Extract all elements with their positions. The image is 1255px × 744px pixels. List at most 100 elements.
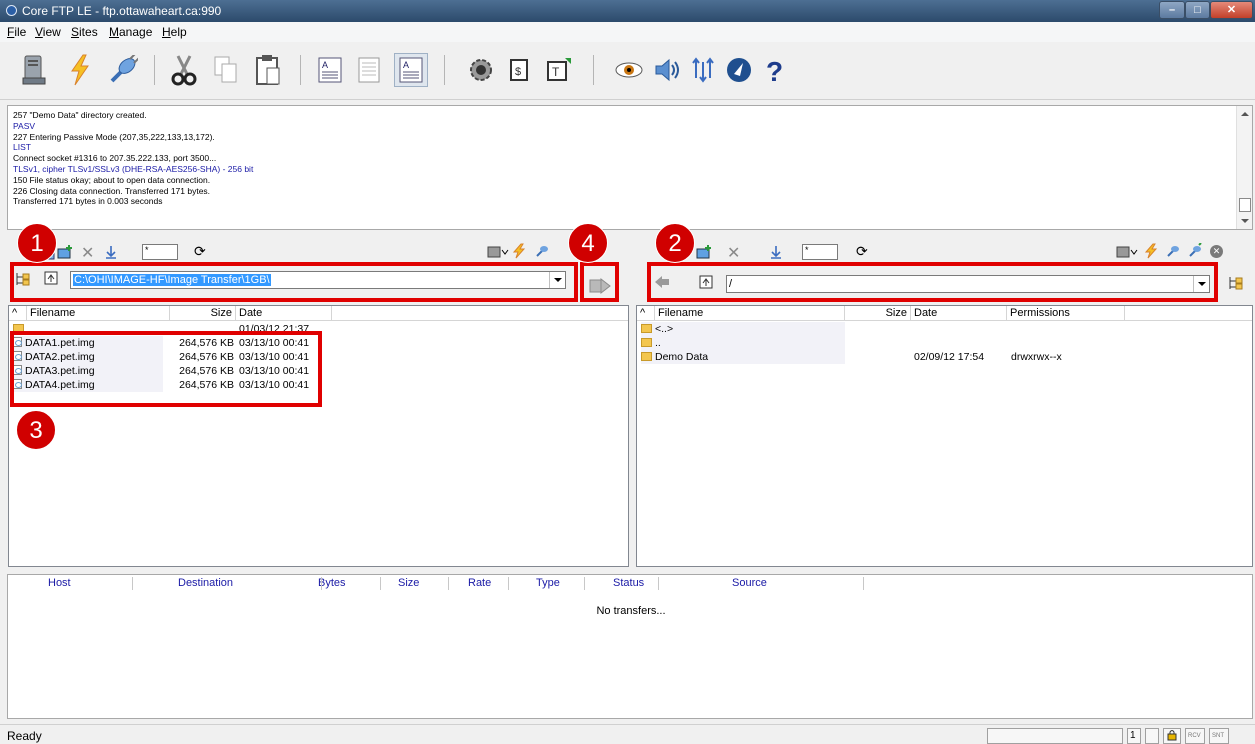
annotation-badge-2: 2 <box>655 223 695 263</box>
local-filter-field[interactable]: * <box>142 244 178 260</box>
quick-connect-icon[interactable] <box>63 53 97 87</box>
remote-filter-field[interactable]: * <box>802 244 838 260</box>
remote-file-list[interactable]: ^ Filename Size Date Permissions <..>.. D… <box>636 305 1253 567</box>
log-line: LIST <box>13 142 31 153</box>
menu-sites[interactable]: Sites <box>71 25 98 39</box>
upload-icon[interactable] <box>104 244 118 263</box>
remote-close-icon[interactable]: ✕ <box>1210 245 1223 258</box>
remote-view-icon[interactable] <box>1116 244 1138 263</box>
delete-icon[interactable]: ✕ <box>81 243 94 263</box>
col-permissions[interactable]: Permissions <box>1007 306 1125 321</box>
remote-download-icon[interactable] <box>769 244 783 263</box>
annotation-badge-4: 4 <box>568 223 608 263</box>
col-date[interactable]: Date <box>911 306 1007 321</box>
connect-icon[interactable] <box>17 53 51 87</box>
status-text: Ready <box>7 729 42 743</box>
view-binary-icon[interactable] <box>352 53 386 87</box>
app-icon <box>6 5 17 16</box>
title-bar: Core FTP LE - ftp.ottawaheart.ca:990 – □… <box>0 0 1255 22</box>
transfer-col-destination[interactable]: Destination <box>178 577 233 589</box>
table-row[interactable]: Demo Data 02/09/12 17:54 drwxrwx--x <box>637 350 1252 364</box>
close-button[interactable]: ✕ <box>1210 1 1253 19</box>
svg-text:?: ? <box>766 56 783 85</box>
transfer-col-source[interactable]: Source <box>732 577 767 589</box>
menu-manage[interactable]: Manage <box>109 25 152 39</box>
col-size[interactable]: Size <box>170 306 236 321</box>
table-row[interactable]: <..> <box>637 322 1252 336</box>
log-line: Transferred 171 bytes in 0.003 seconds <box>13 196 163 207</box>
view-icon[interactable] <box>612 53 646 87</box>
table-row[interactable]: .. <box>637 336 1252 350</box>
sites-icon[interactable]: $ <box>502 53 536 87</box>
no-transfers-text: No transfers... <box>596 605 666 617</box>
file-name: <..> <box>655 323 674 335</box>
file-date: 02/09/12 17:54 <box>914 351 985 363</box>
menu-bar: File View Sites Manage Help <box>0 22 1255 42</box>
rcv-indicator: RCV <box>1185 728 1205 744</box>
window-title: Core FTP LE - ftp.ottawaheart.ca:990 <box>22 4 222 18</box>
svg-text:T: T <box>552 65 560 79</box>
disconnect-icon[interactable] <box>106 53 140 87</box>
transfer-col-type[interactable]: Type <box>536 577 560 589</box>
svg-text:$: $ <box>515 66 521 78</box>
local-column-headers: ^ Filename Size Date <box>9 306 628 321</box>
transfer-col-size[interactable]: Size <box>398 577 419 589</box>
remote-column-headers: ^ Filename Size Date Permissions <box>637 306 1252 321</box>
menu-view[interactable]: View <box>35 25 61 39</box>
local-quick-icon[interactable] <box>512 243 526 262</box>
minimize-button[interactable]: – <box>1159 1 1185 19</box>
sort-indicator[interactable]: ^ <box>9 306 27 321</box>
new-folder-icon[interactable] <box>57 244 73 263</box>
remote-quick-icon[interactable] <box>1144 243 1158 262</box>
transfer-col-rate[interactable]: Rate <box>468 577 491 589</box>
view-auto-icon[interactable]: A <box>394 53 428 87</box>
highlight-local-path <box>10 262 578 302</box>
col-filename[interactable]: Filename <box>27 306 170 321</box>
transfer-col-status[interactable]: Status <box>613 577 644 589</box>
main-toolbar: A A $ T ? <box>0 42 1255 100</box>
log-panel: 257 "Demo Data" directory created. PASV 22… <box>7 105 1253 230</box>
local-refresh-icon[interactable]: ⟳ <box>194 243 206 260</box>
remote-refresh-icon[interactable]: ⟳ <box>856 243 868 260</box>
local-connect-icon[interactable] <box>535 243 549 262</box>
transfer-queue[interactable]: Host Destination Bytes Size Rate Type Status So… <box>7 574 1253 719</box>
remote-new-folder-icon[interactable] <box>696 244 712 263</box>
log-line: 150 File status okay; about to open data… <box>13 174 211 185</box>
view-ascii-icon[interactable]: A <box>313 53 347 87</box>
lock-icon <box>1163 728 1181 744</box>
highlight-remote-path <box>647 262 1218 302</box>
col-date[interactable]: Date <box>236 306 332 321</box>
col-size[interactable]: Size <box>845 306 911 321</box>
folder-icon <box>641 352 652 361</box>
status-panel-empty <box>1145 728 1159 744</box>
folder-icon <box>641 324 652 333</box>
remote-connect-icon[interactable] <box>1166 243 1180 262</box>
log-scrollbar[interactable] <box>1236 106 1252 229</box>
menu-file[interactable]: File <box>7 25 26 39</box>
local-view-icon[interactable] <box>487 244 509 263</box>
file-name: Demo Data <box>655 351 709 363</box>
copy-icon[interactable] <box>209 53 243 87</box>
maximize-button[interactable]: □ <box>1185 1 1210 19</box>
log-line: 227 Entering Passive Mode (207,35,222,13… <box>13 131 215 142</box>
settings-icon[interactable] <box>464 53 498 87</box>
menu-help[interactable]: Help <box>162 25 187 39</box>
status-panel <box>987 728 1123 744</box>
transfer-col-bytes[interactable]: Bytes <box>318 577 346 589</box>
help-icon[interactable]: ? <box>757 53 791 87</box>
sort-indicator[interactable]: ^ <box>637 306 655 321</box>
col-filename[interactable]: Filename <box>655 306 845 321</box>
log-line: TLSv1, cipher TLSv1/SSLv3 (DHE-RSA-AES25… <box>13 164 254 174</box>
about-icon[interactable] <box>722 53 756 87</box>
remote-tree-icon[interactable] <box>1227 275 1243 294</box>
transfer-type-icon[interactable]: T <box>542 53 576 87</box>
remote-disconnect-icon[interactable] <box>1188 242 1202 262</box>
transfer-col-host[interactable]: Host <box>48 577 71 589</box>
svg-text:A: A <box>403 60 409 70</box>
paste-icon[interactable] <box>250 53 284 87</box>
sound-icon[interactable] <box>650 53 684 87</box>
sync-icon[interactable] <box>686 53 720 87</box>
log-line: Connect socket #1316 to 207.35.222.133, … <box>13 153 217 164</box>
remote-delete-icon[interactable]: ✕ <box>727 243 740 263</box>
cut-icon[interactable] <box>167 53 201 87</box>
